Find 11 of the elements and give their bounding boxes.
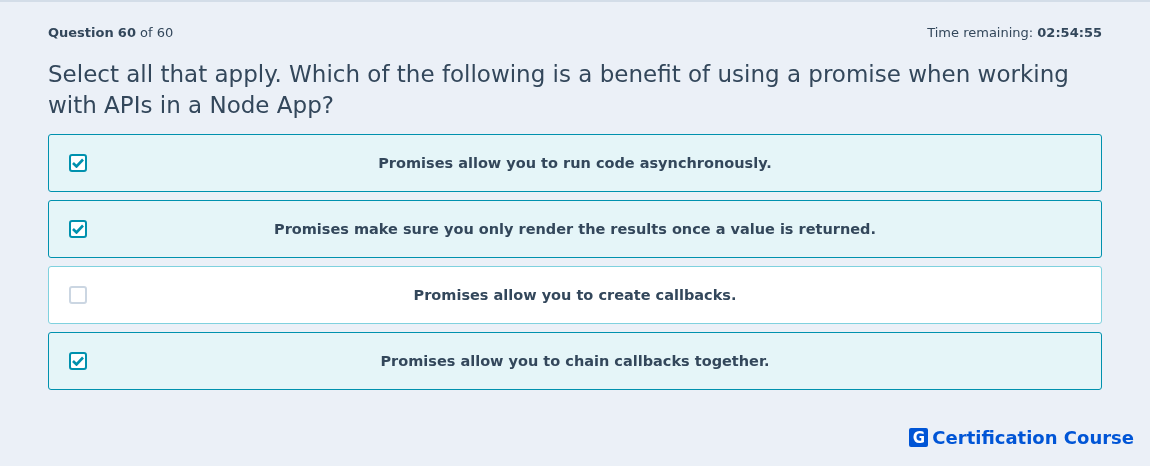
checkbox[interactable]	[69, 154, 87, 172]
question-text: Select all that apply. Which of the following is a benefit of using a promise when working with APIs in a Node App?	[48, 60, 1070, 120]
checkbox[interactable]	[69, 220, 87, 238]
answer-option[interactable]: Promises allow you to run code asynchronously.	[48, 134, 1102, 192]
time-remaining: Time remaining: 02:54:55	[927, 24, 1102, 40]
brand-name: Certification Course	[932, 427, 1134, 448]
answer-option[interactable]: Promises allow you to chain callbacks together.	[48, 332, 1102, 390]
answer-option[interactable]: Promises make sure you only render the results once a value is returned.	[48, 200, 1102, 258]
question-counter: Question 60 of 60	[48, 24, 174, 40]
checkbox[interactable]	[69, 352, 87, 370]
logo-icon: G	[909, 428, 929, 447]
